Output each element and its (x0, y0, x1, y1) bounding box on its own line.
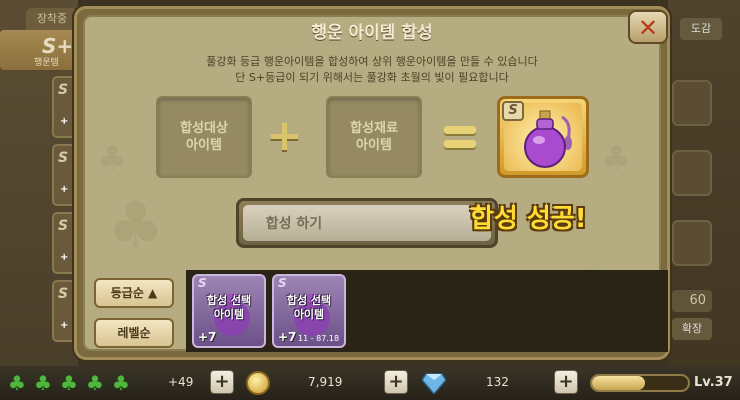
slot-grade: S (58, 82, 69, 98)
gold-amount: 7,919 (308, 375, 343, 389)
item-enhance-level: +7 (278, 330, 297, 344)
clover-icon: ♣ (34, 371, 52, 395)
description-line-2: 단 S+등급이 되기 위해서는 풀강화 초월의 빛이 필요합니다 (235, 71, 509, 84)
slot-plus: + (60, 116, 69, 127)
clover-stamina: ♣ ♣ ♣ ♣ ♣ (8, 371, 138, 395)
clover-decoration-icon: ♣ (107, 189, 165, 263)
clover-icon: ♣ (60, 371, 78, 395)
slot-grade: S (58, 150, 69, 166)
experience-bar (590, 374, 690, 392)
sort-by-grade-button[interactable]: 등급순 ▲ (94, 278, 174, 308)
background-card (672, 80, 712, 126)
plus-icon: + (266, 110, 303, 161)
clover-icon: ♣ (112, 371, 130, 395)
item-label: 합성 선택 아이템 (274, 294, 344, 322)
target-slot-line-2: 아이템 (186, 138, 222, 153)
clover-extra-count: +49 (168, 375, 194, 389)
gem-amount: 132 (486, 375, 509, 389)
slot-grade: S (58, 286, 69, 302)
clover-icon: ♣ (8, 371, 26, 395)
description-line-1: 풀강화 등급 행운아이템을 합성하여 상위 행운아이템을 만들 수 있습니다 (206, 55, 538, 68)
material-slot-line-1: 합성재료 (350, 121, 398, 136)
item-label: 합성 선택 아이템 (194, 294, 264, 322)
gold-coin-icon (246, 371, 270, 395)
sort-by-level-button[interactable]: 레벨순 (94, 318, 174, 348)
add-gem-button[interactable]: + (554, 370, 578, 394)
target-item-slot[interactable]: 합성대상 아이템 (156, 96, 252, 178)
inventory-item-card[interactable]: S 합성 선택 아이템 +7 11 - 87.18 (272, 274, 346, 348)
clover-icon: ♣ (86, 371, 104, 395)
slot-plus: + (60, 252, 69, 263)
close-button[interactable]: ✕ (628, 10, 668, 44)
success-message: 합성 성공! (470, 204, 587, 234)
synthesize-button-label: 합성 하기 (265, 216, 323, 232)
status-bar: ♣ ♣ ♣ ♣ ♣ +49 + 7,919 + 132 + Lv.37 (0, 366, 740, 400)
equals-icon (444, 126, 476, 150)
add-clover-button[interactable]: + (210, 370, 234, 394)
experience-fill (592, 376, 645, 390)
diamond-icon (422, 373, 446, 394)
slot-plus: + (60, 320, 69, 331)
synthesize-button[interactable]: 합성 하기 (236, 198, 498, 248)
inventory-list: S 합성 선택 아이템 +7 S 합성 선택 아이템 +7 11 - 87.18 (186, 270, 668, 352)
inventory-count: 60 (672, 290, 712, 312)
item-grade: S (198, 276, 207, 290)
expand-button[interactable]: 확장 (672, 318, 712, 340)
background-card (672, 220, 712, 266)
equipped-item[interactable]: S+ 행운템 (0, 30, 78, 70)
equipped-tab[interactable]: 장착중 (26, 8, 78, 30)
item-label-line-2: 아이템 (213, 308, 245, 321)
result-item-slot[interactable]: S (497, 96, 589, 178)
add-gold-button[interactable]: + (384, 370, 408, 394)
equipped-sub-label: 행운템 (34, 58, 59, 68)
material-slot-line-2: 아이템 (356, 138, 392, 153)
item-label-line-1: 합성 선택 (206, 294, 252, 307)
item-grade: S (278, 276, 287, 290)
target-slot-line-1: 합성대상 (180, 121, 228, 136)
inventory-item-card[interactable]: S 합성 선택 아이템 +7 (192, 274, 266, 348)
dialog-title: 행운 아이템 합성 (311, 23, 433, 43)
player-level: Lv.37 (694, 375, 733, 390)
slot-plus: + (60, 184, 69, 195)
item-enhance-level: +7 (198, 330, 217, 344)
clover-decoration-icon: ♣ (97, 139, 128, 179)
collection-button[interactable]: 도감 (680, 18, 722, 40)
close-icon: ✕ (637, 14, 659, 42)
result-grade-badge: S (502, 101, 524, 121)
item-label-line-2: 아이템 (293, 308, 325, 321)
background-card (672, 150, 712, 196)
item-progress-text: 11 - 87.18 (298, 334, 340, 343)
material-item-slot[interactable]: 합성재료 아이템 (326, 96, 422, 178)
slot-grade: S (58, 218, 69, 234)
clover-decoration-icon: ♣ (601, 139, 632, 179)
item-label-line-1: 합성 선택 (286, 294, 332, 307)
